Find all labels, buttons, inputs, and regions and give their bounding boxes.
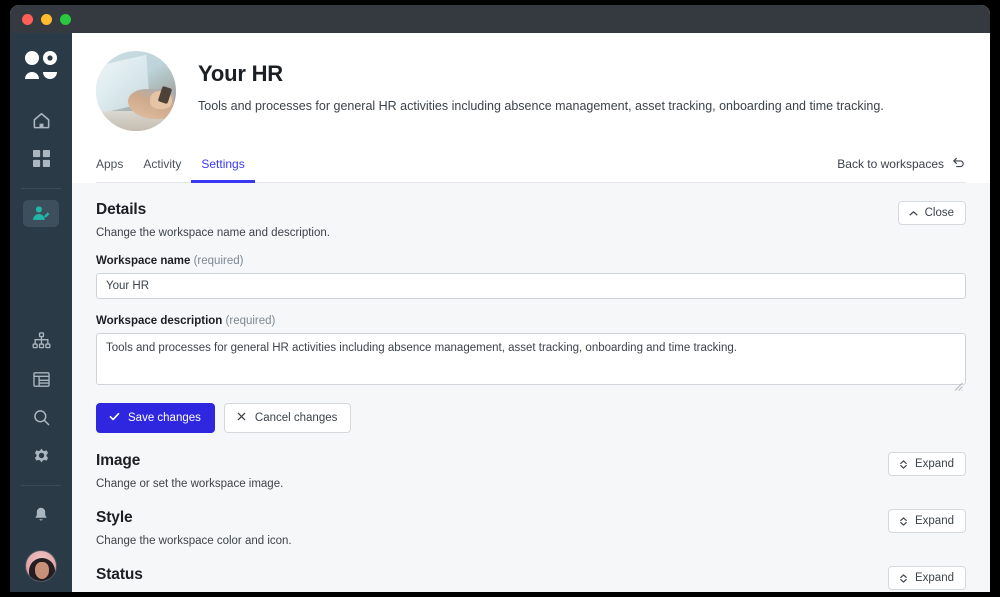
page-subtitle: Tools and processes for general HR activ… (198, 99, 884, 113)
gear-icon (32, 446, 51, 465)
people-grid-logo[interactable] (21, 51, 61, 81)
sidebar-item-notifications[interactable] (23, 497, 59, 533)
workspace-description-label: Workspace description (required) (96, 315, 966, 327)
workspace-description-required: (required) (225, 315, 276, 327)
details-form-actions: Save changes Cancel changes (96, 403, 966, 433)
cancel-changes-label: Cancel changes (254, 412, 338, 424)
home-icon (32, 111, 51, 130)
sidebar-item-reports[interactable] (23, 366, 59, 393)
hierarchy-icon (32, 331, 51, 350)
section-details-description: Change the workspace name and descriptio… (96, 227, 330, 239)
cancel-changes-button[interactable]: Cancel changes (223, 403, 352, 433)
section-style: Style Change the workspace color and ico… (96, 509, 966, 547)
section-details: Details Change the workspace name and de… (96, 201, 966, 433)
bell-icon (32, 506, 50, 524)
section-status-title: Status (96, 566, 143, 583)
main-content: Your HR Tools and processes for general … (72, 33, 990, 592)
table-icon (32, 370, 51, 389)
chevron-up-icon (908, 208, 919, 219)
workspace-name-label-text: Workspace name (96, 255, 191, 267)
expand-chevrons-icon (898, 516, 909, 527)
workspace-name-input[interactable] (96, 273, 966, 299)
status-expand-button[interactable]: Expand (887, 566, 966, 590)
style-expand-label: Expand (914, 515, 954, 527)
sidebar-bottom-group (21, 480, 61, 592)
section-style-header: Style Change the workspace color and ico… (96, 509, 966, 547)
window-body: Your HR Tools and processes for general … (10, 33, 990, 592)
status-expand-label: Expand (914, 572, 954, 584)
section-style-description: Change the workspace color and icon. (96, 535, 292, 547)
expand-chevrons-icon (898, 573, 909, 584)
section-image: Image Change or set the workspace image.… (96, 452, 966, 490)
section-status: Status Change the workspace status. Expa… (96, 566, 966, 592)
section-status-header: Status Change the workspace status. Expa… (96, 566, 966, 592)
sidebar-divider-bottom (21, 485, 61, 487)
user-edit-icon (31, 204, 51, 224)
expand-chevrons-icon (898, 459, 909, 470)
search-icon (32, 408, 51, 427)
window-maximize-button[interactable] (60, 13, 71, 25)
tab-activity[interactable]: Activity (133, 151, 191, 183)
undo-arrow-icon (951, 155, 966, 173)
style-expand-button[interactable]: Expand (887, 509, 966, 533)
check-icon (108, 410, 121, 426)
save-changes-button[interactable]: Save changes (96, 403, 215, 433)
back-to-workspaces-label: Back to workspaces (837, 157, 944, 171)
window-minimize-button[interactable] (41, 13, 52, 25)
workspace-header-top: Your HR Tools and processes for general … (96, 51, 966, 131)
close-x-icon (236, 411, 247, 425)
workspace-header: Your HR Tools and processes for general … (72, 33, 990, 183)
workspace-description-label-text: Workspace description (96, 315, 223, 327)
sidebar-item-home[interactable] (23, 107, 59, 134)
tabbar: Apps Activity Settings Back to workspace… (96, 151, 966, 183)
image-expand-label: Expand (914, 458, 954, 470)
section-image-description: Change or set the workspace image. (96, 478, 284, 490)
tab-apps[interactable]: Apps (96, 151, 133, 183)
details-close-label: Close (924, 207, 954, 219)
workspace-name-required: (required) (193, 255, 244, 267)
section-details-header: Details Change the workspace name and de… (96, 201, 966, 239)
workspace-photo[interactable] (96, 51, 176, 131)
grid-icon (32, 150, 50, 168)
window-titlebar (10, 5, 990, 33)
app-sidebar (10, 33, 72, 592)
section-image-header: Image Change or set the workspace image.… (96, 452, 966, 490)
back-to-workspaces-link[interactable]: Back to workspaces (837, 155, 966, 182)
sidebar-item-org-chart[interactable] (23, 327, 59, 354)
save-changes-label: Save changes (128, 412, 201, 424)
details-close-button[interactable]: Close (897, 201, 966, 225)
workspace-header-text: Your HR Tools and processes for general … (198, 51, 884, 115)
section-image-text: Image Change or set the workspace image. (96, 452, 283, 490)
settings-panel[interactable]: Details Change the workspace name and de… (72, 183, 990, 592)
avatar[interactable] (25, 550, 57, 583)
section-details-text: Details Change the workspace name and de… (96, 201, 330, 239)
sidebar-item-workspaces[interactable] (23, 200, 59, 228)
section-style-text: Style Change the workspace color and ico… (96, 509, 292, 547)
workspace-description-input[interactable]: Tools and processes for general HR activ… (96, 333, 966, 385)
sidebar-divider (21, 188, 61, 190)
avatar-face (35, 562, 49, 580)
sidebar-item-settings[interactable] (23, 442, 59, 469)
section-status-text: Status Change the workspace status. (96, 566, 251, 592)
workspace-name-label: Workspace name (required) (96, 255, 966, 267)
window-close-button[interactable] (22, 13, 33, 25)
sidebar-item-search[interactable] (23, 404, 59, 431)
page-title: Your HR (198, 61, 283, 86)
image-expand-button[interactable]: Expand (887, 452, 966, 476)
workspace-description-wrapper: Tools and processes for general HR activ… (96, 333, 966, 391)
section-image-title: Image (96, 452, 141, 469)
section-style-title: Style (96, 509, 133, 526)
section-details-title: Details (96, 201, 147, 218)
tab-list: Apps Activity Settings (96, 151, 255, 183)
tab-settings[interactable]: Settings (191, 151, 255, 183)
sidebar-item-apps[interactable] (23, 145, 59, 172)
application-window: Your HR Tools and processes for general … (10, 5, 990, 592)
